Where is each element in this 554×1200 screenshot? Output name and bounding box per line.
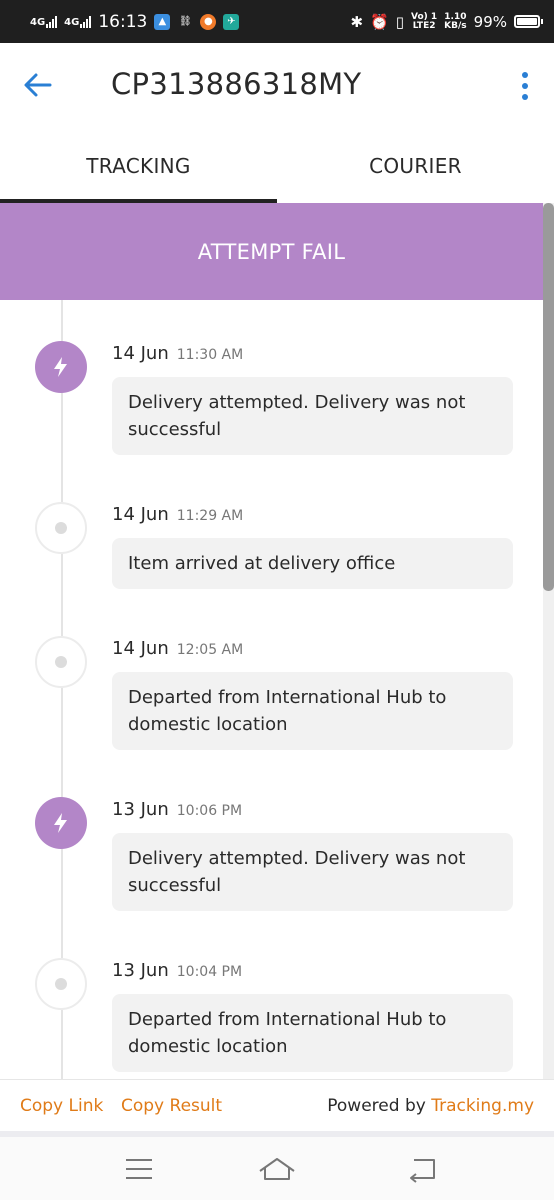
battery-icon	[514, 15, 543, 28]
recent-apps-button[interactable]	[119, 1151, 159, 1187]
back-arrow-icon	[410, 1159, 435, 1183]
lightning-icon	[35, 341, 87, 393]
event-date: 14 Jun 11:30 AM	[112, 343, 244, 364]
event-description: Delivery attempted. Delivery was not suc…	[112, 377, 513, 455]
status-left: 4G 4G 16:13 ▲ ⛓ ● ✈	[30, 11, 240, 32]
tab-tracking[interactable]: TRACKING	[0, 129, 277, 203]
alarm-icon: ⏰	[370, 12, 389, 31]
more-vertical-icon	[522, 72, 528, 78]
event-time: 12:05 AM	[176, 642, 244, 658]
volte-indicator: Vo) 1 LTE2	[411, 11, 438, 31]
status-right: ✱ ⏰ ▯ Vo) 1 LTE2 1.10 KB/s 99%	[350, 11, 543, 31]
link-icon: ⛓	[178, 16, 192, 27]
event-description: Departed from International Hub to domes…	[112, 672, 513, 750]
tab-bar: TRACKING COURIER	[0, 129, 554, 203]
event-date: 14 Jun 12:05 AM	[112, 638, 244, 659]
event-description: Item arrived at delivery office	[112, 538, 513, 589]
more-options-button[interactable]	[508, 69, 542, 103]
footer-bar: Copy Link Copy Result Powered by Trackin…	[0, 1079, 554, 1131]
network-speed: 1.10 KB/s	[444, 11, 467, 31]
menu-lines-icon	[126, 1159, 152, 1179]
event-description: Departed from International Hub to domes…	[112, 994, 513, 1072]
network-2-label: 4G	[64, 16, 80, 28]
app-notification-icon: ●	[200, 13, 217, 30]
back-nav-button[interactable]	[402, 1151, 442, 1187]
event-time: 11:30 AM	[176, 347, 244, 363]
page-title: CP313886318MY	[111, 67, 362, 101]
clock: 16:13	[98, 11, 148, 32]
home-icon	[259, 1158, 295, 1180]
copy-result-button[interactable]: Copy Result	[121, 1096, 222, 1116]
event-time: 11:29 AM	[176, 508, 244, 524]
signal-bars-icon	[80, 15, 92, 28]
event-date: 13 Jun 10:06 PM	[112, 799, 243, 820]
signal-1: 4G	[30, 15, 58, 28]
dot-icon	[35, 958, 87, 1010]
system-nav-bar	[0, 1137, 554, 1200]
app-bar: CP313886318MY	[0, 43, 554, 129]
network-1-label: 4G	[30, 16, 46, 28]
event-time: 10:06 PM	[176, 803, 243, 819]
event-time: 10:04 PM	[176, 964, 243, 980]
lightning-icon	[35, 797, 87, 849]
event-description: Delivery attempted. Delivery was not suc…	[112, 833, 513, 911]
powered-by: Powered by Tracking.my	[327, 1095, 534, 1116]
signal-2: 4G	[64, 15, 92, 28]
arrow-left-icon	[24, 73, 52, 97]
signal-bars-icon	[46, 15, 58, 28]
event-date: 14 Jun 11:29 AM	[112, 504, 244, 525]
battery-percent: 99%	[473, 12, 507, 31]
home-button[interactable]	[257, 1151, 297, 1187]
bluetooth-icon: ✱	[350, 12, 364, 31]
dot-icon	[35, 636, 87, 688]
status-bar: 4G 4G 16:13 ▲ ⛓ ● ✈ ✱ ⏰ ▯ Vo) 1 LTE2 1.1…	[0, 0, 554, 43]
vibrate-icon: ▯	[395, 12, 404, 31]
app-notification-icon: ✈	[223, 13, 240, 30]
copy-link-button[interactable]: Copy Link	[20, 1096, 103, 1116]
tab-courier[interactable]: COURIER	[277, 129, 554, 203]
status-banner: ATTEMPT FAIL	[0, 203, 543, 300]
brand-link[interactable]: Tracking.my	[431, 1096, 534, 1116]
app-notification-icon: ▲	[154, 13, 171, 30]
scrollbar-thumb[interactable]	[543, 203, 554, 591]
event-date: 13 Jun 10:04 PM	[112, 960, 243, 981]
back-button[interactable]	[20, 67, 56, 103]
dot-icon	[35, 502, 87, 554]
